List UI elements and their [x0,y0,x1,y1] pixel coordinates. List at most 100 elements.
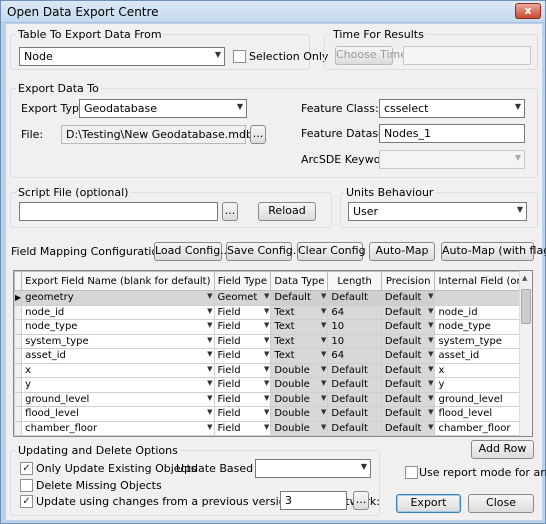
cell-data-type[interactable]: Text ▼ [270,319,329,335]
table-row[interactable]: node_id▼Field▼Text▼64Default▼node_id▼ [14,304,532,320]
chevron-down-icon[interactable]: ▼ [207,379,212,387]
cell-data-type[interactable]: Text ▼ [270,348,329,364]
cell-precision[interactable]: Default ▼ [380,362,436,378]
chevron-down-icon[interactable]: ▼ [207,423,212,431]
chevron-down-icon[interactable]: ▼ [428,350,433,358]
chevron-down-icon[interactable]: ▼ [207,336,212,344]
cell-data-type[interactable]: Default ▼ [270,290,329,306]
cell-length[interactable]: Default [327,406,382,422]
table-row[interactable]: ground_level ▼ Field ▼ Double ▼ Default Default… [14,391,532,407]
script-file-field[interactable] [19,202,218,221]
cell-precision[interactable]: Default ▼ [380,319,436,335]
close-window-button[interactable]: x [515,3,541,19]
table-row[interactable]: ▶ geometry ▼ Geomet ▼ Default ▼ Default Default ▼… [14,290,532,306]
current-row-indicator[interactable]: ▶ [14,290,23,306]
chevron-down-icon[interactable]: ▼ [207,307,212,315]
chevron-down-icon[interactable]: ▼ [428,321,433,329]
feature-class-select[interactable]: csselect ▼ [379,99,525,118]
chevron-down-icon[interactable]: ▼ [321,321,326,329]
cell-precision[interactable]: Default ▼ [380,290,436,306]
cell-length[interactable]: Default [327,420,382,436]
chevron-down-icon[interactable]: ▼ [321,292,326,300]
row-header[interactable] [14,391,23,407]
export-button[interactable]: Export [396,494,461,513]
cell-length[interactable]: Default [327,290,382,306]
reload-button[interactable]: Reload [258,202,316,221]
choose-time-button[interactable]: Choose Time [335,46,407,65]
table-row[interactable]: asset_id▼Field▼Text▼64Default▼asset_id▼ [14,348,532,364]
auto-map-flags-button[interactable]: Auto-Map (with flags) [441,242,546,261]
chevron-down-icon[interactable]: ▼ [321,394,326,402]
chevron-down-icon[interactable]: ▼ [207,365,212,373]
chevron-down-icon[interactable]: ▼ [264,307,269,315]
file-browse-button[interactable]: ... [250,125,266,144]
cell-field-type[interactable]: Field ▼ [213,348,272,364]
chevron-down-icon[interactable]: ▼ [264,379,269,387]
table-select[interactable]: Node ▼ [19,47,225,66]
table-row[interactable]: chamber_floor ▼ Field ▼ Double ▼ Default Defaul… [14,420,532,436]
chevron-down-icon[interactable]: ▼ [321,307,326,315]
close-button[interactable]: Close [468,494,534,513]
arcsde-keyword-select[interactable]: ▼ [379,150,525,169]
load-config-button[interactable]: Load Config... [154,242,231,261]
table-row[interactable]: system_type ▼ Field ▼ Text ▼ 10 Default ▼ system_… [14,333,532,349]
chevron-down-icon[interactable]: ▼ [321,408,326,416]
cell-field-type[interactable]: Field ▼ [213,420,272,436]
title-bar[interactable]: Open Data Export Centre x [1,1,545,23]
table-row[interactable]: node_type ▼ Field ▼ Text ▼ 10 Default ▼ node_type… [14,319,532,335]
chevron-down-icon[interactable]: ▼ [321,379,326,387]
cell-length[interactable]: Default [327,391,382,407]
cell-precision[interactable]: Default ▼ [380,420,436,436]
row-header[interactable] [14,348,23,364]
table-row[interactable]: flood_level ▼ Field ▼ Double ▼ Default Default ▼… [14,406,532,422]
cell-length[interactable]: 64 [327,304,382,320]
auto-map-button[interactable]: Auto-Map [369,242,435,261]
row-header[interactable] [14,333,23,349]
cell-export-field-name[interactable]: system_type ▼ [21,333,215,349]
update-changes-checkbox[interactable]: ✓ [20,495,33,508]
cell-length[interactable]: Default [327,362,382,378]
cell-data-type[interactable]: Double ▼ [270,420,329,436]
units-behaviour-select[interactable]: User ▼ [348,202,527,221]
row-header[interactable] [14,406,23,422]
row-header[interactable] [14,420,23,436]
chevron-down-icon[interactable]: ▼ [428,379,433,387]
cell-export-field-name[interactable]: node_type ▼ [21,319,215,335]
chevron-down-icon[interactable]: ▼ [207,321,212,329]
cell-precision[interactable]: Default ▼ [380,304,436,320]
cell-data-type[interactable]: Text ▼ [270,333,329,349]
add-row-button[interactable]: Add Row [471,440,534,459]
cell-data-type[interactable]: Double ▼ [270,391,329,407]
chevron-down-icon[interactable]: ▼ [428,307,433,315]
chevron-down-icon[interactable]: ▼ [428,408,433,416]
cell-field-type[interactable]: Field ▼ [213,377,272,393]
cell-export-field-name[interactable]: geometry ▼ [21,290,215,306]
update-based-on-select[interactable]: ▼ [255,459,371,478]
cell-data-type[interactable]: Text ▼ [270,304,329,320]
only-update-checkbox[interactable]: ✓ [20,462,33,475]
col-precision[interactable]: Precision [380,271,436,291]
cell-precision[interactable]: Default ▼ [380,377,436,393]
cell-field-type[interactable]: Field ▼ [213,391,272,407]
scroll-up-icon[interactable]: ▲ [522,274,527,282]
save-config-button[interactable]: Save Config... [226,242,303,261]
chevron-down-icon[interactable]: ▼ [321,336,326,344]
script-browse-button[interactable]: ... [222,202,238,221]
chevron-down-icon[interactable]: ▼ [264,350,269,358]
cell-length[interactable]: 10 [327,319,382,335]
cell-length[interactable]: Default [327,377,382,393]
table-row[interactable]: x▼Field▼Double▼DefaultDefault▼x▼ [14,362,532,378]
file-path-field[interactable]: D:\Testing\New Geodatabase.mdb [61,125,253,144]
cell-field-type[interactable]: Field ▼ [213,406,272,422]
cell-precision[interactable]: Default ▼ [380,348,436,364]
scroll-thumb[interactable] [521,289,531,324]
version-field[interactable]: 3 [280,491,347,510]
cell-field-type[interactable]: Field ▼ [213,319,272,335]
row-header[interactable] [14,319,23,335]
row-header[interactable] [14,362,23,378]
col-data-type[interactable]: Data Type [270,271,329,291]
field-mapping-grid[interactable]: Export Field Name (blank for default) Fi… [13,270,533,437]
cell-precision[interactable]: Default ▼ [380,391,436,407]
cell-data-type[interactable]: Double ▼ [270,362,329,378]
cell-length[interactable]: 64 [327,348,382,364]
